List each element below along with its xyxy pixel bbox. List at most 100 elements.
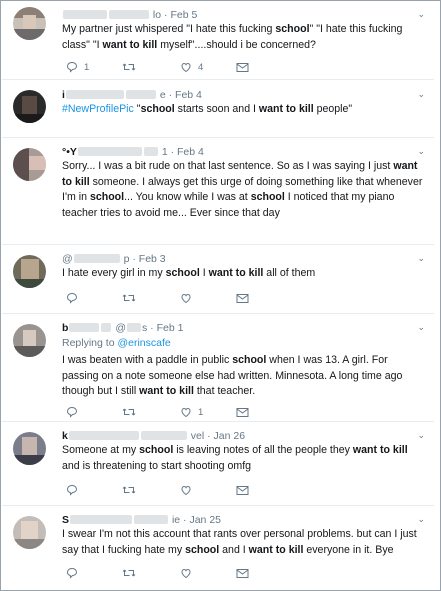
tweet-text-segment: I was beaten with a paddle in public	[62, 354, 233, 366]
handle-fragment: °•Y	[62, 146, 77, 158]
mention-link[interactable]: @erinscafe	[117, 337, 170, 349]
tweet-actions	[62, 566, 262, 580]
search-term-highlight: school	[250, 191, 285, 203]
handle-fragment: vel	[190, 430, 205, 442]
tweet[interactable]: lo · Feb 5 ⌄ My partner just whispered "…	[2, 2, 434, 80]
tweet-text-segment: everyone in it. Bye	[303, 543, 394, 556]
tweet-date[interactable]: Feb 4	[175, 89, 202, 101]
envelope-icon	[236, 485, 249, 495]
tweet-date[interactable]: Jan 25	[189, 514, 221, 526]
retweet-button[interactable]	[122, 483, 142, 497]
chevron-down-icon[interactable]: ⌄	[417, 9, 425, 20]
search-term-highlight: school	[140, 103, 175, 115]
tweet-text-segment: starts soon and I	[174, 103, 259, 115]
search-term-highlight: school	[275, 23, 310, 35]
like-button[interactable]	[180, 483, 198, 497]
heart-icon	[181, 485, 191, 496]
tweet-text-segment: myself"....should i be concerned?	[157, 38, 316, 51]
replying-to: Replying to @erinscafe	[62, 337, 171, 349]
chevron-down-icon[interactable]: ⌄	[417, 430, 425, 441]
like-button[interactable]	[180, 566, 198, 580]
tweet-meta: °•Y 1 · Feb 4	[62, 146, 204, 158]
like-button[interactable]: 4	[180, 60, 203, 74]
like-button[interactable]	[180, 291, 198, 305]
tweet[interactable]: °•Y 1 · Feb 4 ⌄ Sorry... I was a bit rud…	[2, 139, 434, 245]
avatar[interactable]	[13, 432, 46, 465]
search-term-highlight: school	[185, 543, 220, 556]
tweet-text-segment: "	[133, 103, 141, 115]
chevron-down-icon[interactable]: ⌄	[417, 89, 425, 100]
handle-fragment: @	[115, 322, 127, 334]
reply-icon	[66, 61, 78, 73]
reply-icon	[66, 406, 78, 418]
retweet-button[interactable]	[122, 405, 142, 419]
dm-button[interactable]	[236, 60, 249, 74]
avatar[interactable]	[13, 255, 46, 288]
tweet-date[interactable]: Feb 3	[139, 253, 166, 265]
tweet-text: I hate every girl in my school I want to…	[62, 266, 426, 282]
tweet-actions: 1	[62, 405, 262, 419]
tweet-text: I was beaten with a paddle in public sch…	[62, 353, 426, 400]
hashtag-link[interactable]: #NewProfilePic	[62, 103, 134, 115]
tweet-text-segment: and is threatening to start shooting omf…	[62, 459, 252, 472]
avatar[interactable]	[13, 7, 46, 40]
tweet-date[interactable]: Jan 26	[214, 430, 246, 442]
reply-button[interactable]	[66, 291, 84, 305]
envelope-icon	[236, 568, 249, 578]
avatar[interactable]	[13, 90, 46, 123]
tweet-date[interactable]: Feb 4	[177, 146, 204, 158]
handle-fragment: ie	[171, 514, 181, 526]
envelope-icon	[236, 62, 249, 72]
avatar[interactable]	[13, 148, 46, 181]
dm-button[interactable]	[236, 566, 249, 580]
handle-fragment: 1	[161, 146, 168, 158]
dm-button[interactable]	[236, 483, 249, 497]
tweet-text-segment: is leaving notes of all the people they	[173, 444, 353, 456]
reply-icon	[66, 567, 78, 579]
handle-fragment: lo	[152, 9, 162, 21]
tweet-text-segment: My partner just whispered "I hate this f…	[62, 23, 276, 35]
tweet-meta: b @ s · Feb 1	[62, 322, 184, 334]
chevron-down-icon[interactable]: ⌄	[417, 322, 425, 333]
search-term-highlight: want to kill	[248, 543, 304, 556]
reply-button[interactable]	[66, 405, 84, 419]
tweet[interactable]: @ p · Feb 3 ⌄ I hate every girl in my sc…	[2, 246, 434, 314]
chevron-down-icon[interactable]: ⌄	[417, 253, 425, 264]
retweet-button[interactable]	[122, 566, 142, 580]
chevron-down-icon[interactable]: ⌄	[417, 146, 425, 157]
tweet-date[interactable]: Feb 1	[157, 322, 184, 334]
avatar[interactable]	[13, 516, 46, 549]
search-term-highlight: want to kill	[139, 385, 194, 397]
dm-button[interactable]	[236, 405, 249, 419]
tweet-text-segment: and I	[219, 543, 249, 556]
handle-fragment: p	[123, 253, 130, 265]
chevron-down-icon[interactable]: ⌄	[417, 514, 425, 525]
tweet-text: Sorry... I was a bit rude on that last s…	[62, 159, 426, 221]
avatar[interactable]	[13, 324, 46, 357]
tweet[interactable]: k vel · Jan 26 ⌄ Someone at my school is…	[2, 423, 434, 506]
tweet-actions: 1 4	[62, 60, 262, 74]
retweet-button[interactable]	[122, 291, 142, 305]
tweet-meta: lo · Feb 5	[62, 9, 197, 21]
tweet-timeline: lo · Feb 5 ⌄ My partner just whispered "…	[0, 0, 441, 591]
tweet[interactable]: i e · Feb 4 ⌄ #NewProfilePic "school sta…	[2, 81, 434, 138]
retweet-button[interactable]	[122, 60, 142, 74]
handle-fragment: S	[62, 514, 70, 526]
tweet-date[interactable]: Feb 5	[170, 9, 197, 21]
tweet[interactable]: S ie · Jan 25 ⌄ I swear I'm not this acc…	[2, 507, 434, 589]
tweet-text-segment: Sorry... I was a bit rude on that last s…	[62, 160, 394, 172]
handle-fragment: e	[159, 89, 166, 101]
dm-button[interactable]	[236, 291, 249, 305]
handle-fragment: @	[62, 253, 73, 265]
like-button[interactable]: 1	[180, 405, 203, 419]
search-term-highlight: school	[165, 267, 200, 279]
replying-label: Replying to	[62, 337, 115, 349]
tweet-text-segment: people"	[313, 103, 353, 115]
heart-icon	[181, 407, 191, 418]
reply-button[interactable]: 1	[66, 60, 89, 74]
reply-button[interactable]	[66, 566, 84, 580]
tweet[interactable]: b @ s · Feb 1 ⌄ Replying to @erinscafe I …	[2, 315, 434, 422]
reply-count: 1	[84, 61, 90, 73]
reply-button[interactable]	[66, 483, 84, 497]
retweet-icon	[122, 408, 136, 416]
